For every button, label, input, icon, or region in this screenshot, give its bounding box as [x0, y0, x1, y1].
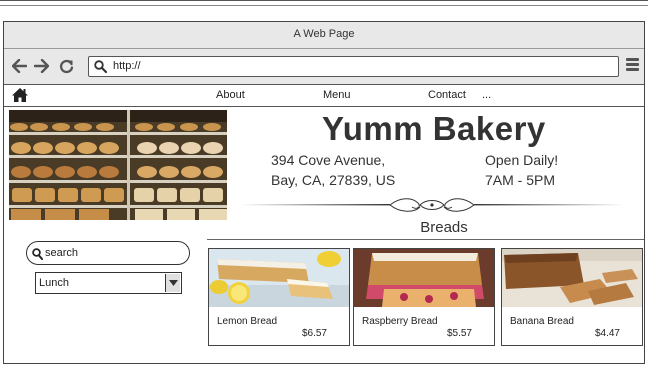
chevron-down-icon[interactable] — [165, 274, 180, 292]
home-icon[interactable] — [11, 87, 29, 108]
browser-toolbar: http:// — [4, 49, 644, 85]
nav-link-about[interactable]: About — [216, 89, 245, 101]
hamburger-menu-icon[interactable] — [626, 58, 640, 74]
search-icon — [94, 60, 108, 78]
top-border-shadow — [0, 5, 648, 6]
nav-link-menu[interactable]: Menu — [323, 89, 351, 101]
product-price: $5.57 — [446, 328, 472, 339]
bakery-address: 394 Cove Avenue, Bay, CA, 27839, US — [271, 150, 395, 190]
address-text: http:// — [113, 60, 141, 72]
site-navigation: About Menu Contact ... — [4, 85, 644, 107]
section-title: Breads — [420, 219, 468, 236]
category-dropdown[interactable]: Lunch — [35, 272, 182, 294]
raspberry-bread-photo — [354, 249, 494, 307]
hours-line-1: Open Daily! — [485, 152, 559, 168]
banana-bread-photo — [502, 249, 642, 307]
search-box[interactable] — [26, 241, 190, 265]
product-name: Raspberry Bread — [362, 316, 438, 327]
bakery-display-photo — [9, 110, 227, 220]
browser-window: A Web Page http:// About Menu Contact ..… — [3, 21, 645, 364]
forward-arrow-icon[interactable] — [33, 58, 49, 74]
top-border — [0, 0, 648, 4]
nav-link-contact[interactable]: Contact — [428, 89, 466, 101]
back-arrow-icon[interactable] — [11, 58, 27, 74]
address-line-2: Bay, CA, 27839, US — [271, 172, 396, 188]
opening-hours: Open Daily! 7AM - 5PM — [485, 150, 558, 190]
product-name: Banana Bread — [510, 316, 574, 327]
address-bar[interactable]: http:// — [88, 56, 619, 77]
product-card-raspberry-bread[interactable]: Raspberry Bread $5.57 — [353, 248, 495, 346]
title-bar: A Web Page — [4, 22, 644, 49]
address-line-1: 394 Cove Avenue, — [271, 152, 386, 168]
product-price: $6.57 — [301, 328, 327, 339]
hours-line-2: 7AM - 5PM — [485, 172, 556, 188]
section-divider — [207, 239, 644, 240]
bakery-name: Yumm Bakery — [322, 110, 546, 147]
ornamental-divider — [240, 195, 624, 215]
product-name: Lemon Bread — [217, 316, 278, 327]
search-icon — [32, 247, 43, 265]
lemon-bread-photo — [209, 249, 349, 307]
nav-link-more[interactable]: ... — [482, 89, 491, 101]
search-input[interactable] — [45, 245, 183, 261]
dropdown-value: Lunch — [39, 277, 69, 289]
window-title: A Web Page — [293, 28, 355, 40]
product-card-banana-bread[interactable]: Banana Bread $4.47 — [501, 248, 643, 346]
reload-icon[interactable] — [58, 58, 74, 74]
product-price: $4.47 — [594, 328, 620, 339]
product-card-lemon-bread[interactable]: Lemon Bread $6.57 — [208, 248, 350, 346]
